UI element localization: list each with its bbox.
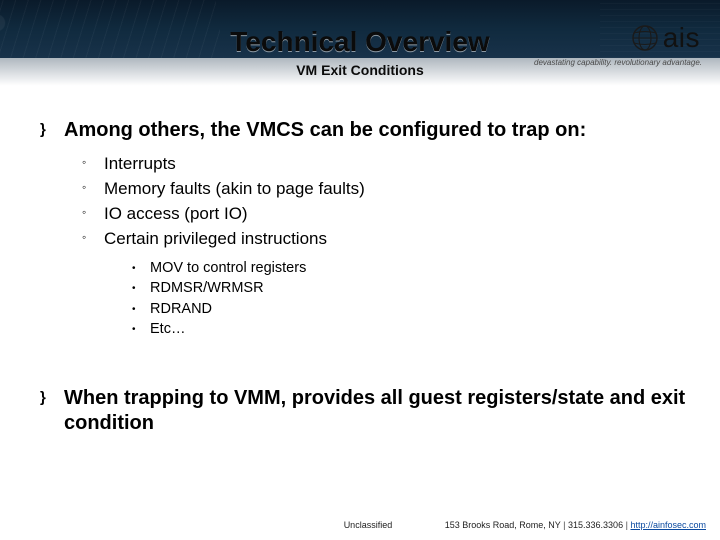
bullet-marker: ◦ [82, 180, 86, 194]
bullet-level1: } When trapping to VMM, provides all gue… [40, 386, 686, 436]
bullet-text: Among others, the VMCS can be configured… [64, 118, 686, 143]
bullet-level1: } Among others, the VMCS can be configur… [40, 118, 686, 340]
bullet-level2: ◦ IO access (port IO) [82, 203, 686, 226]
footer-separator: | [626, 520, 628, 530]
slide: Technical Overview VM Exit Conditions ai… [0, 0, 720, 540]
bullet-level3: • Etc… [132, 320, 686, 340]
bullet-marker: • [132, 263, 136, 274]
classification-label: Unclassified [344, 520, 393, 530]
bullet-marker: ◦ [82, 230, 86, 244]
bullet-level3: • RDRAND [132, 300, 686, 320]
bullet-marker: • [132, 283, 136, 294]
bullet-text: Certain privileged instructions [104, 229, 327, 248]
bullet-level3: • MOV to control registers [132, 259, 686, 279]
bullet-level2: ◦ Certain privileged instructions • MOV … [82, 228, 686, 340]
bullet-text: MOV to control registers [150, 260, 306, 276]
globe-icon [631, 24, 659, 52]
slide-body: } Among others, the VMCS can be configur… [40, 118, 686, 442]
bullet-marker: • [132, 324, 136, 335]
bullet-marker: } [40, 390, 46, 405]
bullet-text: RDRAND [150, 301, 212, 317]
bullet-level2: ◦ Interrupts [82, 153, 686, 176]
bullet-text: When trapping to VMM, provides all guest… [64, 386, 686, 436]
logo-tagline: devastating capability. revolutionary ad… [534, 58, 702, 67]
footer: Unclassified 153 Brooks Road, Rome, NY |… [0, 520, 706, 530]
bullet-level2: ◦ Memory faults (akin to page faults) [82, 178, 686, 201]
bullet-marker: ◦ [82, 205, 86, 219]
header: Technical Overview VM Exit Conditions ai… [0, 0, 720, 104]
company-logo: ais [631, 22, 700, 54]
footer-separator: | [563, 520, 565, 530]
bullet-text: RDMSR/WRMSR [150, 280, 264, 296]
bullet-marker: } [40, 122, 46, 137]
footer-phone: 315.336.3306 [568, 520, 623, 530]
bullet-text: Interrupts [104, 154, 176, 173]
sub-sublist: • MOV to control registers • RDMSR/WRMSR… [132, 259, 686, 340]
bullet-text: IO access (port IO) [104, 204, 248, 223]
logo-text: ais [663, 22, 700, 54]
footer-address: 153 Brooks Road, Rome, NY [445, 520, 561, 530]
sublist: ◦ Interrupts ◦ Memory faults (akin to pa… [82, 153, 686, 340]
bullet-level3: • RDMSR/WRMSR [132, 279, 686, 299]
bullet-marker: ◦ [82, 155, 86, 169]
bullet-marker: • [132, 304, 136, 315]
slide-title: Technical Overview [0, 26, 720, 58]
bullet-text: Etc… [150, 321, 185, 337]
bullet-text: Memory faults (akin to page faults) [104, 179, 365, 198]
footer-url-link[interactable]: http://ainfosec.com [630, 520, 706, 530]
